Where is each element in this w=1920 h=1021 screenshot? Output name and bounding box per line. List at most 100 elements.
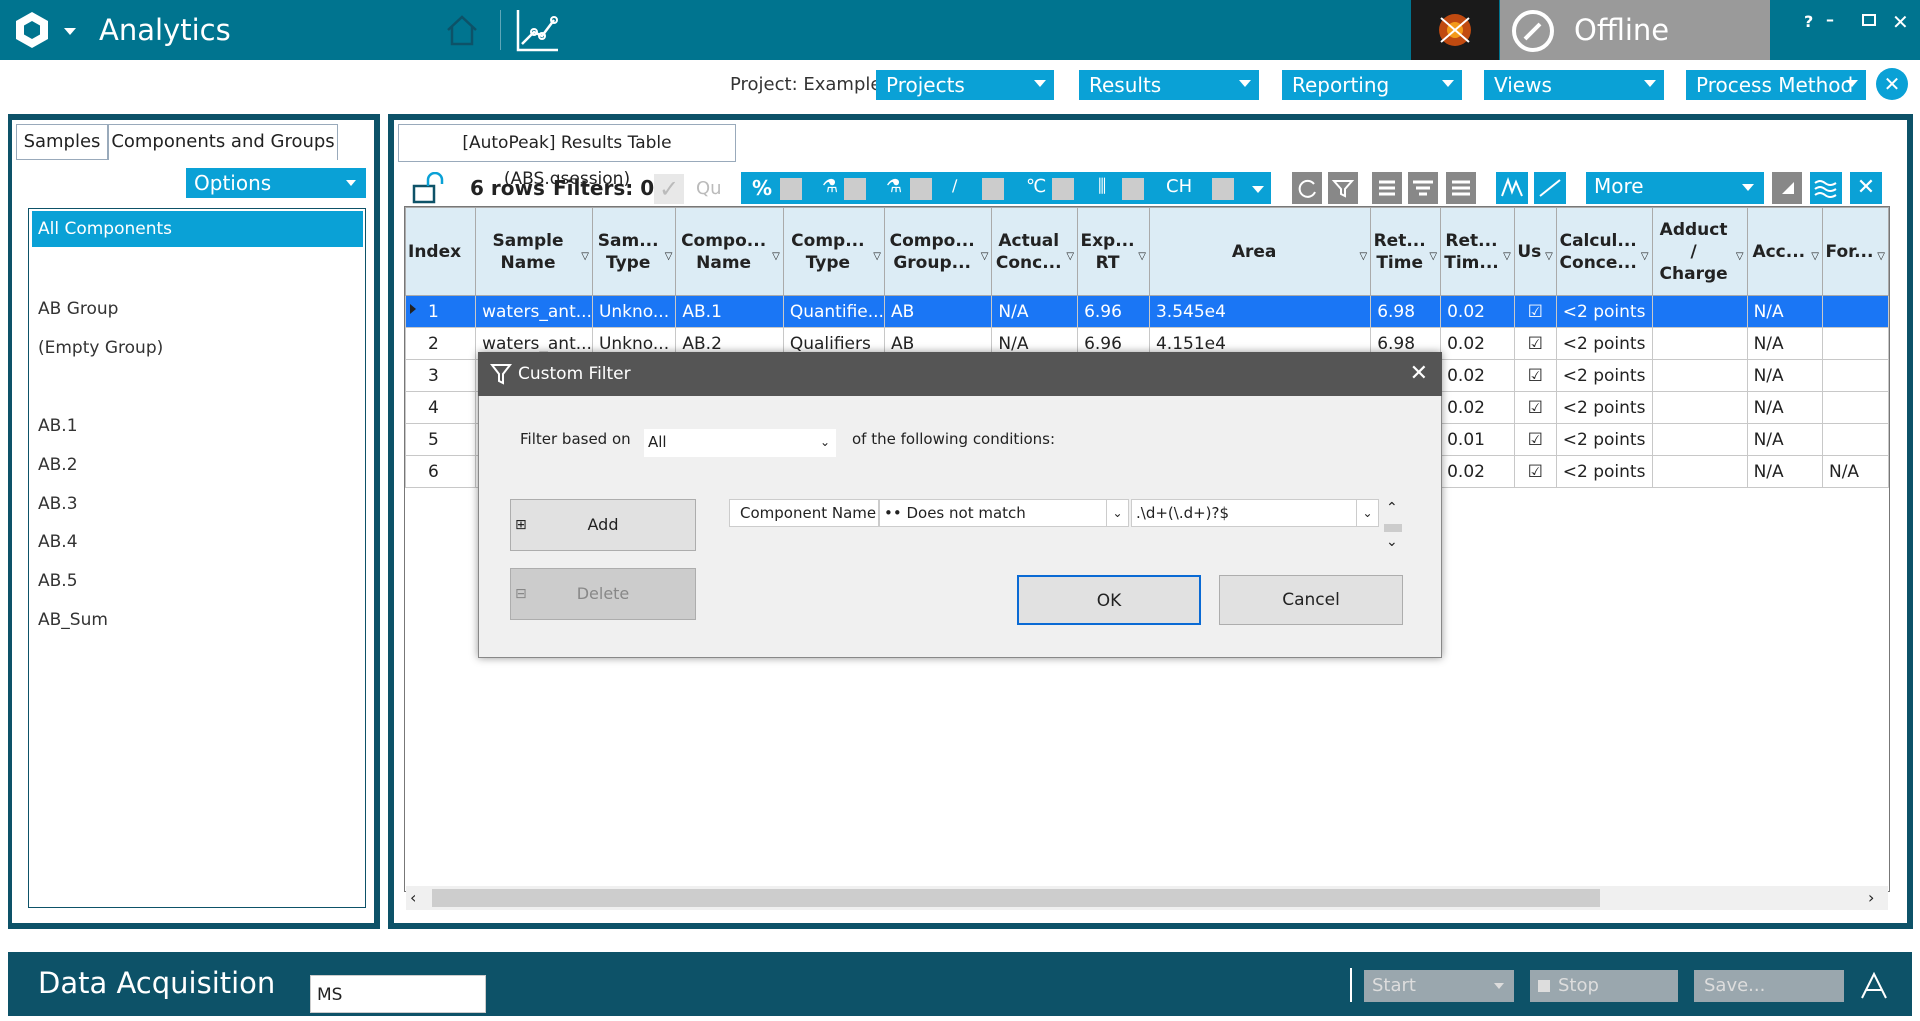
align-top-button[interactable]	[1372, 172, 1402, 204]
column-filter-icon[interactable]: ▽	[1138, 246, 1146, 268]
scroll-up-icon[interactable]: ⌃	[1386, 500, 1398, 516]
formula-icon[interactable]: CH	[1166, 176, 1192, 197]
check-toggle-icon[interactable]: ✓	[654, 174, 684, 204]
results-menu[interactable]: Results	[1079, 70, 1259, 100]
minimize-icon[interactable]: –	[1826, 10, 1834, 29]
column-filter-icon[interactable]: ▽	[1545, 246, 1553, 268]
column-header[interactable]: Calcul... Conce... ▽	[1555, 207, 1653, 296]
delete-condition-button[interactable]: ⊟ Delete	[510, 568, 696, 620]
waves-button[interactable]	[1810, 172, 1842, 204]
column-filter-icon[interactable]: ▽	[1811, 246, 1819, 268]
column-filter-icon[interactable]: ▽	[1503, 246, 1511, 268]
column-filter-icon[interactable]: ▽	[665, 246, 673, 268]
toggle-box[interactable]	[982, 178, 1004, 200]
column-header[interactable]: Ret... Time ▽	[1370, 207, 1442, 296]
app-logo-icon[interactable]	[12, 10, 52, 50]
table-cell[interactable]: ☑	[1513, 423, 1557, 456]
peak-view-button[interactable]	[1496, 172, 1528, 204]
column-header[interactable]: Compo... Name ▽	[675, 207, 784, 296]
column-header[interactable]: Area ▽	[1148, 207, 1372, 296]
column-filter-icon[interactable]: ▽	[772, 246, 780, 268]
scroll-down-icon[interactable]: ⌄	[1386, 534, 1398, 550]
app-menu-chevron-icon[interactable]	[64, 28, 76, 35]
column-header[interactable]: Acc... ▽	[1746, 207, 1823, 296]
table-cell[interactable]: ☑	[1513, 359, 1557, 392]
close-window-icon[interactable]: ✕	[1892, 10, 1909, 34]
table-row[interactable]: 1 waters_ant... Unkno... AB.1 Quantifie... AB…	[405, 295, 1889, 328]
close-project-icon[interactable]: ✕	[1876, 68, 1908, 100]
cancel-button[interactable]: Cancel	[1219, 575, 1403, 625]
scroll-right-icon[interactable]: ›	[1868, 888, 1874, 907]
toggle-box[interactable]	[1122, 178, 1144, 200]
column-filter-icon[interactable]: ▽	[1641, 246, 1649, 268]
column-filter-icon[interactable]: ▽	[873, 246, 881, 268]
analytics-chart-icon[interactable]	[514, 6, 562, 54]
percent-icon[interactable]: %	[752, 176, 772, 200]
list-item[interactable]: AB.2	[38, 455, 78, 475]
list-item[interactable]: AB.1	[38, 416, 78, 436]
column-header[interactable]: Comp... Type ▽	[782, 207, 885, 296]
column-header[interactable]: Sample Name ▽	[475, 207, 593, 296]
column-header[interactable]: Ret... Tim... ▽	[1440, 207, 1515, 296]
options-button[interactable]: Options	[186, 168, 366, 198]
filter-clear-button[interactable]	[1328, 172, 1358, 204]
toggle-box[interactable]	[910, 178, 932, 200]
scroll-thumb[interactable]	[1384, 524, 1402, 532]
add-condition-button[interactable]: ⊞ Add	[510, 499, 696, 551]
column-filter-icon[interactable]: ▽	[981, 246, 989, 268]
scrollbar-thumb[interactable]	[432, 889, 1600, 907]
restore-icon[interactable]	[1862, 14, 1876, 26]
close-dialog-icon[interactable]: ✕	[1410, 352, 1428, 396]
toggle-box[interactable]	[1212, 178, 1234, 200]
ok-button[interactable]: OK	[1017, 575, 1201, 625]
start-button[interactable]: Start	[1364, 970, 1514, 1002]
table-cell[interactable]: ☑	[1513, 391, 1557, 424]
column-header[interactable]: Us ▽	[1513, 207, 1557, 296]
list-item[interactable]: AB_Sum	[38, 610, 108, 630]
toggle-box[interactable]	[844, 178, 866, 200]
home-icon[interactable]	[444, 12, 480, 48]
acquisition-logo-icon[interactable]	[1858, 970, 1890, 1002]
acquisition-mode-input[interactable]: MS	[310, 975, 486, 1013]
reporting-menu[interactable]: Reporting	[1282, 70, 1462, 100]
column-filter-icon[interactable]: ▽	[1360, 246, 1368, 268]
tab-results-table[interactable]: [AutoPeak] Results Table (ABS.qsession)	[398, 124, 736, 189]
tab-components-and-groups[interactable]: Components and Groups	[108, 124, 338, 160]
tab-samples[interactable]: Samples	[16, 124, 108, 160]
close-results-button[interactable]: ✕	[1850, 172, 1882, 204]
column-header[interactable]: Adduct / Charge ▽	[1651, 207, 1748, 296]
list-item[interactable]: AB.4	[38, 532, 78, 552]
column-header[interactable]: Compo... Group... ▽	[883, 207, 993, 296]
condition-value-input[interactable]: .\d+(\.d+)?$ ⌄	[1131, 499, 1379, 527]
table-cell[interactable]: ☑	[1513, 327, 1557, 360]
list-item[interactable]: (Empty Group)	[38, 338, 163, 358]
baseline-view-button[interactable]	[1534, 172, 1566, 204]
connection-status[interactable]: Offline	[1500, 0, 1770, 60]
toggle-box[interactable]	[1052, 178, 1074, 200]
condition-field[interactable]: Component Name	[729, 499, 879, 527]
condition-operator-select[interactable]: •• Does not match ⌄	[879, 499, 1129, 527]
flask-icon[interactable]: ⚗	[822, 176, 838, 197]
align-rows-button[interactable]	[1446, 172, 1476, 204]
scroll-left-icon[interactable]: ‹	[410, 888, 416, 907]
list-item-all-components[interactable]: All Components	[32, 211, 363, 247]
ratio-icon[interactable]: ∕	[952, 176, 957, 195]
qu-toggle-label[interactable]: Qu	[696, 178, 722, 199]
more-menu[interactable]: More	[1586, 172, 1764, 204]
list-item[interactable]: AB.5	[38, 571, 78, 591]
refresh-button[interactable]	[1292, 172, 1322, 204]
align-middle-button[interactable]	[1408, 172, 1438, 204]
views-menu[interactable]: Views	[1484, 70, 1664, 100]
column-filter-icon[interactable]: ▽	[581, 246, 589, 268]
help-icon[interactable]: ?	[1804, 12, 1813, 31]
unlock-icon[interactable]	[410, 171, 446, 204]
projects-menu[interactable]: Projects	[876, 70, 1054, 100]
stop-button[interactable]: Stop	[1530, 970, 1678, 1002]
process-method-menu[interactable]: Process Method	[1686, 70, 1866, 100]
flask-warning-icon[interactable]: ⚗	[886, 176, 902, 197]
toggle-box[interactable]	[780, 178, 802, 200]
column-filter-icon[interactable]: ▽	[1429, 246, 1437, 268]
save-button[interactable]: Save...	[1694, 970, 1844, 1002]
list-item[interactable]: AB.3	[38, 494, 78, 514]
user-avatar[interactable]	[1411, 0, 1499, 60]
